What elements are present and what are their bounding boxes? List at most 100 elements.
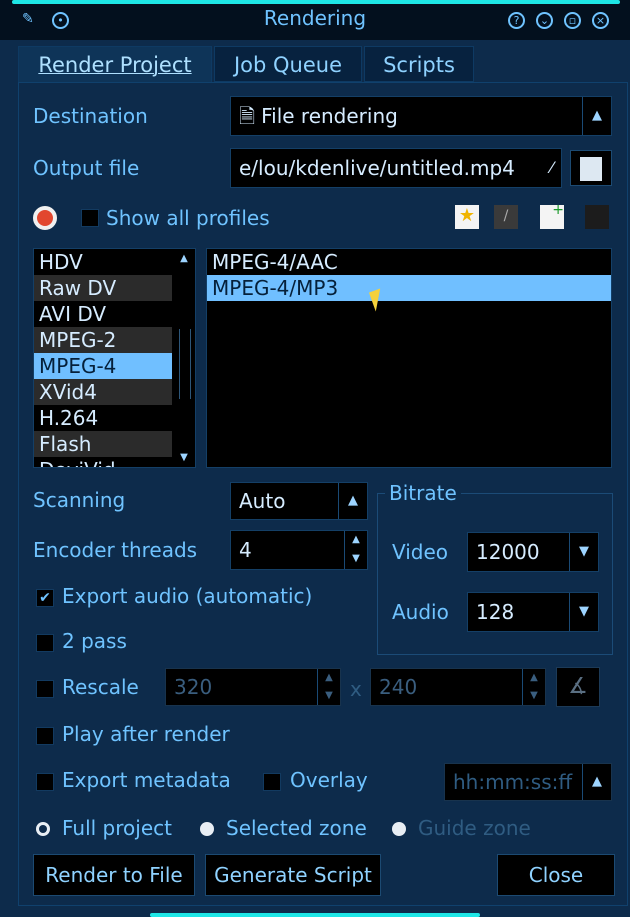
- codec-list[interactable]: MPEG-4/AAC MPEG-4/MP3: [206, 248, 612, 468]
- show-all-profiles-label: Show all profiles: [106, 206, 270, 230]
- decrement-icon[interactable]: ▼: [318, 687, 340, 705]
- spin-buttons[interactable]: ▲ ▼: [344, 531, 367, 569]
- export-audio-label: Export audio (automatic): [62, 584, 313, 608]
- format-scrollbar[interactable]: ▲ ▼: [173, 249, 195, 467]
- rescale-label: Rescale: [62, 675, 139, 699]
- video-bitrate-select[interactable]: 12000 ▼: [467, 532, 599, 572]
- format-item[interactable]: MPEG-4: [34, 353, 172, 379]
- audio-bitrate-label: Audio: [392, 600, 449, 624]
- rescale-width-value: 320: [174, 675, 213, 699]
- title-bar: ✎ • Rendering ? ⌄ ▫ ×: [0, 0, 630, 40]
- format-item[interactable]: MPEG-2: [34, 327, 172, 353]
- format-item[interactable]: XVid4: [34, 379, 172, 405]
- destination-label: Destination: [33, 104, 148, 128]
- tab-label: Render Project: [38, 53, 192, 77]
- rescale-checkbox[interactable]: [36, 680, 54, 698]
- help-icon[interactable]: ?: [508, 12, 525, 29]
- play-after-render-checkbox[interactable]: [36, 727, 54, 745]
- format-item[interactable]: AVI DV: [34, 301, 172, 327]
- show-all-profiles-checkbox[interactable]: [81, 209, 99, 227]
- guide-zone-label: Guide zone: [418, 816, 531, 840]
- format-item[interactable]: Raw DV: [34, 275, 172, 301]
- scroll-down-icon[interactable]: ▼: [173, 452, 195, 463]
- tab-job-queue[interactable]: Job Queue: [214, 46, 362, 82]
- overlay-value: hh:mm:ss:ff: [453, 770, 573, 794]
- lifebuoy-icon[interactable]: [33, 206, 57, 230]
- video-bitrate-label: Video: [392, 540, 449, 564]
- render-dialog: ✎ • Rendering ? ⌄ ▫ × Render Project Job…: [0, 0, 630, 917]
- document-icon: 🗎: [239, 104, 256, 128]
- format-item[interactable]: DeviVid: [34, 457, 172, 467]
- clear-icon[interactable]: ⁄: [550, 149, 553, 187]
- full-project-radio[interactable]: [36, 822, 50, 836]
- overlay-checkbox[interactable]: [263, 773, 281, 791]
- rescale-x-label: x: [350, 677, 362, 701]
- minimize-icon[interactable]: ⌄: [536, 12, 553, 29]
- decrement-icon[interactable]: ▼: [345, 550, 367, 569]
- scroll-handle[interactable]: [179, 329, 191, 399]
- file-icon: [580, 157, 602, 181]
- maximize-icon[interactable]: ▫: [564, 12, 581, 29]
- audio-bitrate-select[interactable]: 128 ▼: [467, 592, 599, 632]
- scanning-select[interactable]: Auto ▲▼: [230, 482, 368, 520]
- overlay-label: Overlay: [290, 768, 368, 792]
- two-pass-checkbox[interactable]: [36, 634, 54, 652]
- format-item[interactable]: HDV: [34, 249, 172, 275]
- export-metadata-checkbox[interactable]: [36, 773, 54, 791]
- new-profile-icon[interactable]: +: [540, 203, 564, 229]
- increment-icon[interactable]: ▲: [318, 669, 340, 687]
- output-file-value: e/lou/kdenlive/untitled.mp4: [239, 156, 515, 180]
- selected-zone-label: Selected zone: [226, 816, 367, 840]
- play-after-render-label: Play after render: [62, 722, 230, 746]
- selected-zone-radio[interactable]: [200, 822, 214, 836]
- format-list[interactable]: HDV Raw DV AVI DV MPEG-2 MPEG-4 XVid4 H.264 Fla…: [33, 248, 196, 468]
- format-item[interactable]: H.264: [34, 405, 172, 431]
- scanning-label: Scanning: [33, 488, 126, 512]
- close-button[interactable]: Close: [497, 854, 615, 896]
- edit-profile-icon[interactable]: /: [494, 205, 518, 229]
- bitrate-title: Bitrate: [385, 480, 461, 506]
- format-item[interactable]: Flash: [34, 431, 172, 457]
- spin-buttons[interactable]: ▲ ▼: [317, 669, 340, 705]
- rescale-height-spinbox[interactable]: 240 ▲ ▼: [370, 668, 546, 706]
- decrement-icon[interactable]: ▼: [523, 687, 545, 705]
- chevron-updown-icon: ▲▼: [582, 97, 611, 135]
- encoder-threads-label: Encoder threads: [33, 538, 198, 562]
- delete-profile-icon[interactable]: [585, 205, 609, 229]
- overlay-select[interactable]: hh:mm:ss:ff ▲▼: [444, 763, 612, 801]
- full-project-label: Full project: [62, 816, 172, 840]
- guide-zone-radio[interactable]: [392, 822, 406, 836]
- favorite-star-icon[interactable]: ★: [455, 205, 479, 229]
- chevron-down-icon: ▼: [569, 593, 598, 631]
- encoder-threads-spinbox[interactable]: 4 ▲ ▼: [230, 530, 368, 570]
- chevron-down-icon: ▼: [569, 533, 598, 571]
- title-accent-line: [12, 0, 620, 4]
- bottom-accent-line: [150, 913, 480, 917]
- increment-icon[interactable]: ▲: [345, 531, 367, 550]
- scroll-up-icon[interactable]: ▲: [173, 253, 195, 264]
- tab-label: Scripts: [383, 53, 455, 77]
- codec-item[interactable]: MPEG-4/AAC: [207, 249, 611, 275]
- spin-buttons[interactable]: ▲ ▼: [522, 669, 545, 705]
- generate-script-button[interactable]: Generate Script: [205, 854, 381, 896]
- tab-label: Job Queue: [233, 53, 343, 77]
- chevron-updown-icon: ▲▼: [582, 764, 611, 800]
- aspect-lock-icon[interactable]: ∡: [556, 667, 600, 707]
- tab-scripts[interactable]: Scripts: [364, 46, 474, 82]
- close-icon[interactable]: ×: [592, 12, 609, 29]
- output-file-label: Output file: [33, 156, 140, 180]
- codec-item[interactable]: MPEG-4/MP3: [207, 275, 611, 301]
- increment-icon[interactable]: ▲: [523, 669, 545, 687]
- render-to-file-button[interactable]: Render to File: [33, 854, 195, 896]
- video-bitrate-value: 12000: [476, 540, 540, 564]
- output-file-input[interactable]: e/lou/kdenlive/untitled.mp4 ⁄: [230, 148, 562, 188]
- export-audio-checkbox[interactable]: ✔: [36, 589, 54, 607]
- chevron-updown-icon: ▲▼: [338, 483, 367, 519]
- audio-bitrate-value: 128: [476, 600, 515, 624]
- browse-button[interactable]: [570, 150, 612, 186]
- export-metadata-label: Export metadata: [62, 768, 231, 792]
- two-pass-label: 2 pass: [62, 629, 127, 653]
- destination-select[interactable]: 🗎File rendering ▲▼: [230, 96, 612, 136]
- tab-render-project[interactable]: Render Project: [18, 46, 212, 82]
- rescale-width-spinbox[interactable]: 320 ▲ ▼: [165, 668, 341, 706]
